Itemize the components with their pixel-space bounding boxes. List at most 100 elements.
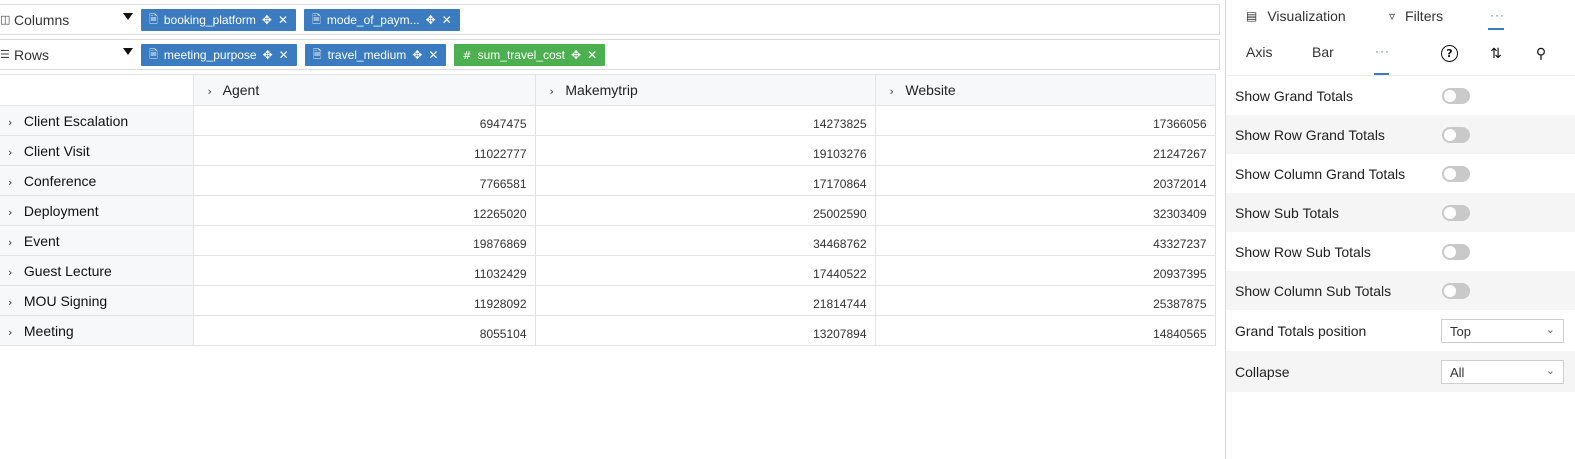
chevron-right-icon[interactable]: › xyxy=(8,296,20,309)
chevron-right-icon[interactable]: › xyxy=(208,85,220,98)
row-header[interactable]: › Client Visit xyxy=(0,135,194,166)
collapse-select[interactable]: All ⌄ xyxy=(1441,360,1564,384)
row-header[interactable]: › Client Escalation xyxy=(0,105,194,136)
rows-dropdown-caret-icon[interactable] xyxy=(123,48,133,55)
close-icon[interactable]: ✕ xyxy=(279,48,289,62)
row-header[interactable]: › Guest Lecture xyxy=(0,255,194,286)
chevron-right-icon[interactable]: › xyxy=(8,266,20,279)
move-icon[interactable]: ✥ xyxy=(571,48,581,62)
column-header-makemytrip[interactable]: › Makemytrip xyxy=(534,74,876,106)
value-cell: 8055104 xyxy=(192,315,536,346)
chevron-right-icon[interactable]: › xyxy=(550,85,562,98)
select-value: Top xyxy=(1450,323,1471,339)
table-row: › Event 19876869 34468762 43327237 xyxy=(0,225,1216,256)
table-row: › Meeting 8055104 13207894 14840565 xyxy=(0,315,1216,346)
move-icon[interactable]: ✥ xyxy=(263,48,273,62)
option-show-column-sub-totals: Show Column Sub Totals xyxy=(1226,271,1575,310)
move-icon[interactable]: ✥ xyxy=(262,13,272,27)
pill-label: mode_of_paym... xyxy=(326,13,420,27)
value-cell: 6947475 xyxy=(192,105,536,136)
row-header-label: Client Escalation xyxy=(23,112,129,129)
pill-booking-platform[interactable]: 🗎 booking_platform ✥ ✕ xyxy=(141,9,297,31)
rows-icon: ☰ xyxy=(0,48,10,61)
chevron-right-icon[interactable]: › xyxy=(8,326,20,339)
chevron-right-icon[interactable]: › xyxy=(8,206,20,219)
pill-meeting-purpose[interactable]: 🗎 meeting_purpose ✥ ✕ xyxy=(141,44,297,66)
table-row: › Conference 7766581 17170864 20372014 xyxy=(0,165,1216,196)
chevron-right-icon[interactable]: › xyxy=(890,85,902,98)
option-label: Collapse xyxy=(1235,363,1290,380)
value-cell: 34468762 xyxy=(534,225,876,256)
rows-label-text: Rows xyxy=(14,46,50,63)
columns-icon: ◫ xyxy=(0,13,11,26)
filter-icon: ▿ xyxy=(1389,9,1396,23)
row-header[interactable]: › Conference xyxy=(0,165,194,196)
row-header-label: Conference xyxy=(23,172,97,189)
close-icon[interactable]: ✕ xyxy=(587,48,597,62)
sort-icon[interactable]: ⇅ xyxy=(1484,42,1508,66)
toggle-switch[interactable] xyxy=(1442,283,1470,299)
grand-totals-position-select[interactable]: Top ⌄ xyxy=(1441,319,1564,343)
value-cell: 13207894 xyxy=(534,315,876,346)
pill-travel-medium[interactable]: 🗎 travel_medium ✥ ✕ xyxy=(304,44,447,66)
row-header[interactable]: › Event xyxy=(0,225,194,256)
table-row: › Client Visit 11022777 19103276 2124726… xyxy=(0,135,1216,166)
chevron-right-icon[interactable]: › xyxy=(8,116,20,129)
table-row: › Deployment 12265020 25002590 32303409 xyxy=(0,195,1216,226)
value-cell: 17440522 xyxy=(534,255,876,286)
chevron-right-icon[interactable]: › xyxy=(8,176,20,189)
select-value: All xyxy=(1450,364,1465,380)
chevron-right-icon[interactable]: › xyxy=(8,146,20,159)
pill-mode-of-payment[interactable]: 🗎 mode_of_paym... ✥ ✕ xyxy=(304,9,460,31)
chevron-down-icon: ⌄ xyxy=(1545,364,1555,377)
move-icon[interactable]: ✥ xyxy=(412,48,422,62)
column-header-agent[interactable]: › Agent xyxy=(192,74,536,106)
toggle-switch[interactable] xyxy=(1442,127,1470,143)
toggle-switch[interactable] xyxy=(1442,205,1470,221)
tab-more[interactable]: ··· xyxy=(1490,8,1505,22)
toggle-switch[interactable] xyxy=(1442,88,1470,104)
column-header-website[interactable]: › Website xyxy=(874,74,1216,106)
row-header-label: Meeting xyxy=(23,322,74,339)
row-header[interactable]: › Deployment xyxy=(0,195,194,226)
row-header-label: MOU Signing xyxy=(23,292,108,309)
pill-label: sum_travel_cost xyxy=(477,48,565,62)
chevron-down-icon: ⌄ xyxy=(1545,323,1555,336)
toggle-switch[interactable] xyxy=(1442,244,1470,260)
row-header[interactable]: › Meeting xyxy=(0,315,194,346)
subtab-more[interactable]: ··· xyxy=(1375,44,1390,58)
close-icon[interactable]: ✕ xyxy=(442,13,452,27)
value-cell: 20372014 xyxy=(874,165,1216,196)
toggle-switch[interactable] xyxy=(1442,166,1470,182)
close-icon[interactable]: ✕ xyxy=(428,48,438,62)
value-cell: 17366056 xyxy=(874,105,1216,136)
value-cell: 17170864 xyxy=(534,165,876,196)
subtab-axis[interactable]: Axis xyxy=(1246,44,1272,60)
row-header[interactable]: › MOU Signing xyxy=(0,285,194,316)
columns-shelf[interactable]: ◫ Columns 🗎 booking_platform ✥ ✕ 🗎 mode_… xyxy=(0,4,1220,35)
totals-options: Show Grand Totals Show Row Grand Totals … xyxy=(1226,76,1575,392)
value-cell: 25387875 xyxy=(874,285,1216,316)
settings-panel: ▤ Visualization ▿ Filters ··· Axis Bar ·… xyxy=(1225,0,1575,459)
rows-shelf[interactable]: ☰ Rows 🗎 meeting_purpose ✥ ✕ 🗎 travel_me… xyxy=(0,39,1220,70)
move-icon[interactable]: ✥ xyxy=(426,13,436,27)
close-icon[interactable]: ✕ xyxy=(278,13,288,27)
subtab-bar[interactable]: Bar xyxy=(1312,44,1334,60)
search-icon[interactable]: ⚲ xyxy=(1529,42,1553,66)
columns-dropdown-caret-icon[interactable] xyxy=(123,13,133,20)
value-cell: 14840565 xyxy=(874,315,1216,346)
tab-visualization[interactable]: ▤ Visualization xyxy=(1246,8,1346,24)
option-grand-totals-position: Grand Totals position Top ⌄ xyxy=(1226,310,1575,351)
value-cell: 7766581 xyxy=(192,165,536,196)
tab-label: Visualization xyxy=(1267,8,1346,24)
pill-sum-travel-cost[interactable]: # sum_travel_cost ✥ ✕ xyxy=(454,44,606,66)
value-cell: 19876869 xyxy=(192,225,536,256)
active-subtab-underline xyxy=(1374,73,1389,75)
row-header-label: Guest Lecture xyxy=(23,262,112,279)
option-show-column-grand-totals: Show Column Grand Totals xyxy=(1226,154,1575,193)
help-icon[interactable]: ? xyxy=(1441,45,1458,62)
option-show-row-sub-totals: Show Row Sub Totals xyxy=(1226,232,1575,271)
tab-filters[interactable]: ▿ Filters xyxy=(1389,8,1443,24)
value-cell: 43327237 xyxy=(874,225,1216,256)
chevron-right-icon[interactable]: › xyxy=(8,236,20,249)
